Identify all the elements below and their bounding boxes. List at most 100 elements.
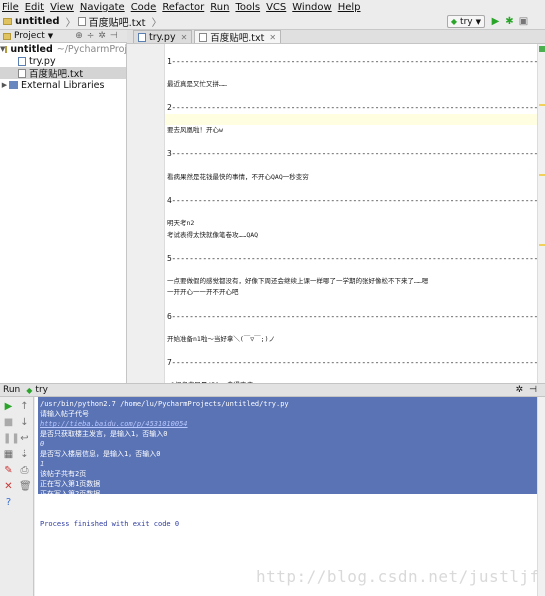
tab-baidu-txt[interactable]: 百度贴吧.txt ✕ [194,30,282,44]
editor-line[interactable]: 一开开心一一开不开心吧 [165,287,537,299]
editor-line[interactable]: 5---------------------------------------… [165,253,537,265]
folder-icon [5,45,8,53]
project-tree: ▼ untitled ~/PycharmProjects/untitled tr… [0,43,127,383]
text-file-icon [77,17,86,26]
coverage-icon[interactable]: ▣ [518,16,529,27]
text-file-icon [199,32,208,42]
editor-line[interactable]: 2---------------------------------------… [165,102,537,114]
menu-item-tools[interactable]: Tools [235,2,260,13]
editor-line[interactable]: 看病果然是花钱最快的事情，不开心QAQ一秒变穷 [165,172,537,184]
breadcrumb-separator: 〉 [151,18,162,29]
menu-item-edit[interactable]: Edit [25,2,44,13]
tree-item-project[interactable]: ▼ untitled ~/PycharmProjects/untitled [0,43,126,55]
editor-line[interactable] [165,345,537,357]
close-icon[interactable]: ✕ [269,33,276,42]
editor-line[interactable] [165,241,537,253]
pause-icon[interactable]: ❚❚ [3,433,20,444]
gear-icon[interactable]: ✲ [98,31,106,41]
editor-scrollbar[interactable] [537,44,545,383]
menu-bar: File Edit View Navigate Code Refactor Run Tools… [0,0,545,14]
editor-line[interactable] [165,264,537,276]
editor-line[interactable]: 最近真是又忙又拼…… [165,79,537,91]
project-panel-title[interactable]: Project [14,31,45,41]
editor-line[interactable]: 6---------------------------------------… [165,311,537,323]
breadcrumb-separator: 〉 [65,18,76,29]
editor-line[interactable]: 考试表得太快就像笔卷攻……QAQ [165,230,537,242]
text-file-icon [18,68,26,78]
pin-icon[interactable]: ✎ [3,465,14,476]
editor-line[interactable]: 开始准备n1啦～当好拿＼(￣▽￣;)ノ [165,334,537,346]
editor-line[interactable] [165,67,537,79]
breadcrumb-file[interactable]: 百度贴吧.txt [77,14,146,29]
navigation-bar: untitled 〉 百度贴吧.txt 〉 ◆ try ▼ ▶ ✱ ▣ [0,14,545,30]
python-icon: ◆ [450,17,458,26]
run-config-label: try [460,16,473,27]
library-icon [9,81,18,89]
tree-item-libraries[interactable]: ▶ External Libraries [0,79,126,91]
scroll-to-end-icon[interactable]: ⇣ [19,449,30,460]
editor-line[interactable]: 一点要做假的感觉都没有，好像下周还会继续上课一样哪了一学期的张好像松不下来了……… [165,276,537,288]
restore-layout-icon[interactable]: ▦ [3,449,14,460]
scroll-marker [539,244,545,246]
rerun-icon[interactable]: ▶ [3,401,14,412]
menu-item-navigate[interactable]: Navigate [80,2,125,13]
editor-line[interactable]: 要去风凰啦！开心w [165,125,537,137]
editor-line[interactable] [165,322,537,334]
stop-icon[interactable]: ■ [3,417,14,428]
editor-line[interactable] [165,369,537,381]
project-icon [3,32,11,40]
editor-line[interactable]: 1---------------------------------------… [165,56,537,68]
editor-line[interactable]: 3---------------------------------------… [165,148,537,160]
text-editor[interactable]: 1---------------------------------------… [165,44,537,383]
editor-line[interactable] [165,160,537,172]
menu-item-file[interactable]: File [2,2,19,13]
menu-item-view[interactable]: View [50,2,74,13]
help-icon[interactable]: ? [3,497,14,508]
breadcrumb-project[interactable]: untitled [3,16,60,27]
run-icon[interactable]: ▶ [490,16,501,27]
down-arrow-icon[interactable]: ↓ [19,417,30,428]
close-icon[interactable]: ✕ [3,481,14,492]
editor-line[interactable] [165,113,537,126]
menu-item-vcs[interactable]: VCS [266,2,286,13]
close-icon[interactable]: ✕ [181,33,188,42]
project-panel-header: Project ▼ ⊕ ÷ ✲ ⊣ [0,30,127,43]
debug-icon[interactable]: ✱ [504,16,515,27]
console-line: 是否只获取楼主发言，是输入1，否输入0 [40,430,168,438]
editor-line[interactable] [165,183,537,195]
hide-icon[interactable]: ⊣ [110,31,118,41]
run-config-selector[interactable]: ◆ try ▼ [446,15,485,28]
up-arrow-icon[interactable]: ↑ [19,401,30,412]
console-line: 该帖子共有2页 [40,470,87,478]
editor-line[interactable] [165,137,537,149]
menu-item-window[interactable]: Window [292,2,331,13]
collapse-icon[interactable]: ÷ [87,31,95,41]
menu-item-run[interactable]: Run [210,2,229,13]
editor-line[interactable] [165,90,537,102]
menu-item-code[interactable]: Code [131,2,157,13]
tree-item-file-selected[interactable]: 百度贴吧.txt [0,67,126,80]
tree-item-path: ~/PycharmProjects/untitled [56,43,127,55]
tree-item-label: External Libraries [21,79,105,91]
editor-line[interactable] [165,206,537,218]
chevron-down-icon[interactable]: ▼ [48,32,53,40]
editor-line[interactable] [165,44,537,56]
python-icon: ◆ [26,385,33,395]
trash-icon[interactable]: 🗑 [19,481,32,492]
print-icon[interactable]: ⎙ [19,465,30,476]
hide-icon[interactable]: ⊣ [529,385,537,395]
soft-wrap-icon[interactable]: ↩ [19,433,30,444]
editor-line[interactable]: 7---------------------------------------… [165,357,537,369]
expand-arrow-icon[interactable]: ▶ [0,81,9,89]
editor-line[interactable]: 明天考n2 [165,218,537,230]
gear-icon[interactable]: ✲ [515,385,523,395]
tab-try-py[interactable]: try.py ✕ [133,30,193,43]
run-tab-label[interactable]: try [35,385,48,395]
console-line: 0 [40,440,45,448]
sync-icon[interactable]: ⊕ [75,31,83,41]
menu-item-help[interactable]: Help [338,2,361,13]
editor-line[interactable]: 4---------------------------------------… [165,195,537,207]
editor-line[interactable] [165,299,537,311]
menu-item-refactor[interactable]: Refactor [162,2,204,13]
folder-icon [3,18,12,25]
